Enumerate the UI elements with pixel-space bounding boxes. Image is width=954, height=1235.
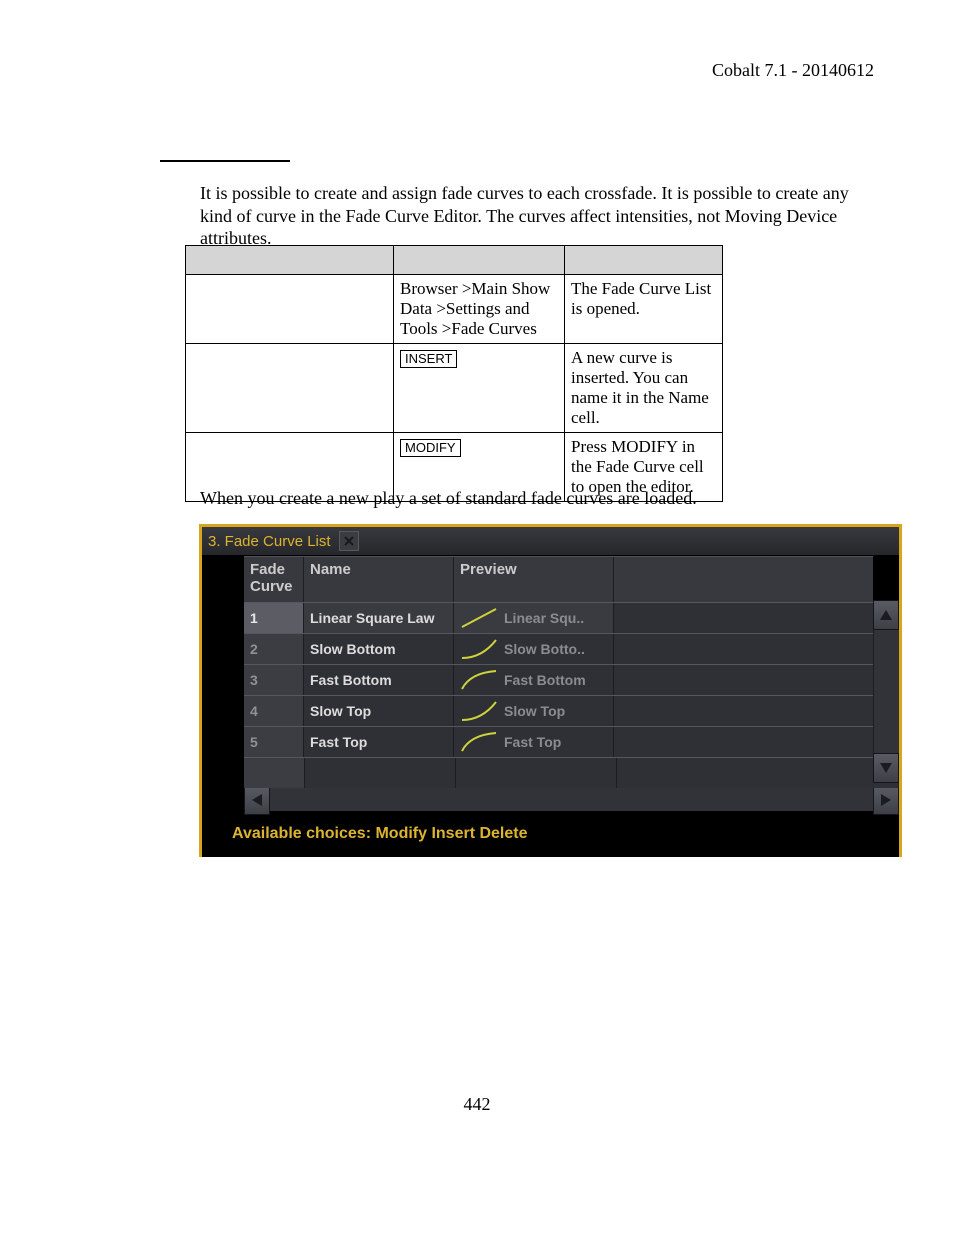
row-index-cell[interactable]: 5	[244, 727, 304, 757]
action-table-head-3	[565, 246, 723, 275]
scrollbar-spacer	[873, 555, 899, 600]
preview-label: Fast Bottom	[504, 672, 586, 688]
horizontal-scrollbar[interactable]	[244, 785, 899, 811]
section-rule	[160, 160, 290, 162]
curve-icon	[460, 700, 498, 722]
preview-label: Slow Botto..	[504, 641, 585, 657]
action-table-head-1	[186, 246, 394, 275]
empty-cell	[617, 758, 899, 788]
action-table-row: INSERT A new curve is inserted. You can n…	[186, 344, 723, 433]
action-table-cell: INSERT	[394, 344, 565, 433]
action-table-cell	[186, 275, 394, 344]
empty-cell	[244, 758, 305, 788]
window-titlebar[interactable]: 3. Fade Curve List	[202, 527, 899, 556]
row-rest-cell	[614, 696, 899, 726]
row-index-cell[interactable]: 3	[244, 665, 304, 695]
row-rest-cell	[614, 603, 899, 633]
keycap: INSERT	[400, 350, 457, 368]
gutter	[202, 556, 244, 784]
row-name-cell[interactable]: Linear Square Law	[304, 603, 454, 633]
row-preview-cell[interactable]: Slow Top	[454, 696, 614, 726]
table-row[interactable]: 2Slow Bottom Slow Botto..	[244, 633, 899, 664]
grid: Fade Curve Name Preview 1Linear Square L…	[244, 556, 899, 784]
col-rest	[614, 557, 899, 602]
table-row[interactable]: 4Slow TopSlow Top	[244, 695, 899, 726]
row-index-cell[interactable]: 4	[244, 696, 304, 726]
page-header: Cobalt 7.1 - 20140612	[712, 60, 874, 81]
row-rest-cell	[614, 727, 899, 757]
table-row-empty	[244, 757, 899, 788]
scroll-right-icon[interactable]	[873, 785, 899, 815]
preview-label: Slow Top	[504, 703, 565, 719]
action-table: Browser >Main Show Data >Settings and To…	[185, 245, 723, 502]
action-table-cell: Browser >Main Show Data >Settings and To…	[394, 275, 565, 344]
row-index-cell[interactable]: 1	[244, 603, 304, 633]
row-name-cell[interactable]: Fast Top	[304, 727, 454, 757]
fade-curve-list-window: 3. Fade Curve List Fade Curve Name Previ…	[199, 524, 902, 857]
curve-icon	[460, 669, 498, 691]
row-preview-cell[interactable]: Fast Bottom	[454, 665, 614, 695]
preview-label: Fast Top	[504, 734, 561, 750]
row-name-cell[interactable]: Slow Top	[304, 696, 454, 726]
col-preview[interactable]: Preview	[454, 557, 614, 602]
intro-paragraph: It is possible to create and assign fade…	[200, 182, 880, 250]
curve-icon	[460, 731, 498, 753]
col-name[interactable]: Name	[304, 557, 454, 602]
action-table-head-2	[394, 246, 565, 275]
empty-cell	[456, 758, 617, 788]
table-row[interactable]: 1Linear Square Law Linear Squ..	[244, 602, 899, 633]
action-table-row: Browser >Main Show Data >Settings and To…	[186, 275, 723, 344]
row-rest-cell	[614, 665, 899, 695]
row-preview-cell[interactable]: Linear Squ..	[454, 603, 614, 633]
row-rest-cell	[614, 634, 899, 664]
preview-label: Linear Squ..	[504, 610, 584, 626]
scroll-left-icon[interactable]	[244, 785, 270, 815]
row-preview-cell[interactable]: Fast Top	[454, 727, 614, 757]
curve-icon	[460, 638, 498, 660]
action-table-cell: The Fade Curve List is opened.	[565, 275, 723, 344]
close-icon[interactable]	[339, 531, 359, 551]
action-table-cell: A new curve is inserted. You can name it…	[565, 344, 723, 433]
row-index-cell[interactable]: 2	[244, 634, 304, 664]
page-number: 442	[0, 1094, 954, 1115]
status-bar: Available choices: Modify Insert Delete	[202, 811, 899, 857]
table-row[interactable]: 3Fast BottomFast Bottom	[244, 664, 899, 695]
scroll-up-icon[interactable]	[873, 600, 899, 630]
scrollbar-track[interactable]	[873, 630, 899, 753]
action-table-cell	[186, 344, 394, 433]
row-preview-cell[interactable]: Slow Botto..	[454, 634, 614, 664]
scrollbar-track[interactable]	[270, 785, 873, 811]
keycap: MODIFY	[400, 439, 461, 457]
window-title: 3. Fade Curve List	[208, 533, 331, 550]
row-name-cell[interactable]: Fast Bottom	[304, 665, 454, 695]
scroll-down-icon[interactable]	[873, 753, 899, 783]
col-fade-curve[interactable]: Fade Curve	[244, 557, 304, 602]
vertical-scrollbar[interactable]	[873, 555, 899, 783]
row-name-cell[interactable]: Slow Bottom	[304, 634, 454, 664]
note-paragraph: When you create a new play a set of stan…	[200, 488, 697, 509]
grid-header: Fade Curve Name Preview	[244, 556, 899, 602]
curve-icon	[460, 607, 498, 629]
table-row[interactable]: 5Fast TopFast Top	[244, 726, 899, 757]
empty-cell	[305, 758, 456, 788]
